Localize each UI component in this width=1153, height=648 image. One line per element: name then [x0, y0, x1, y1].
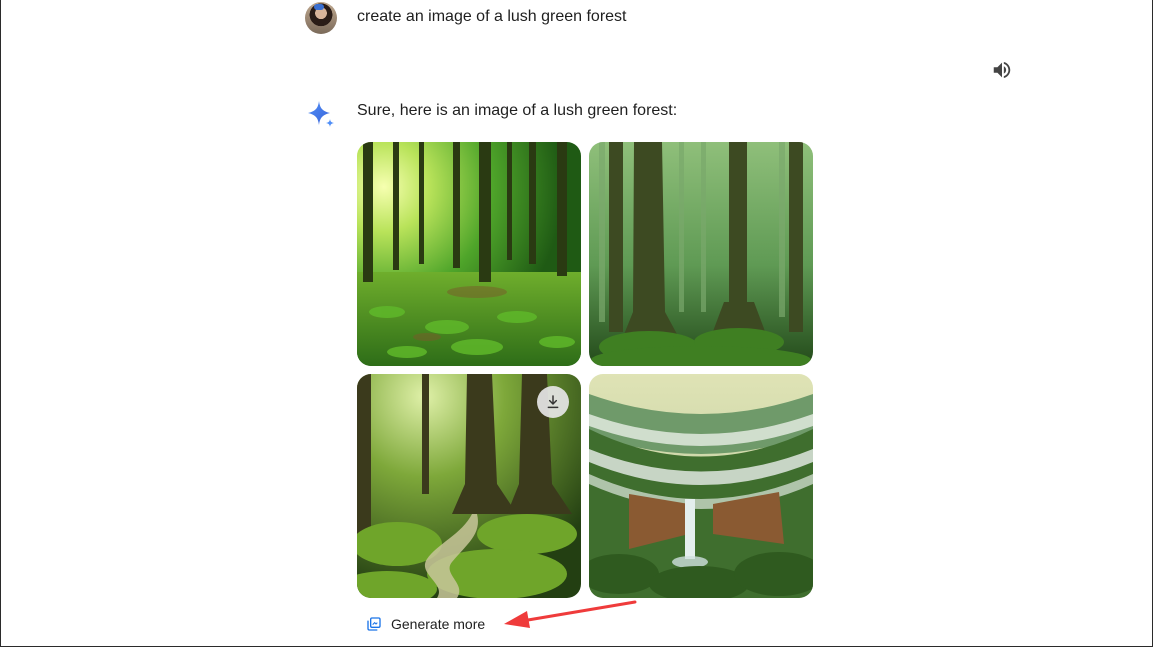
user-avatar — [305, 2, 337, 34]
user-prompt: create an image of a lush green forest — [357, 8, 627, 25]
annotation-arrow — [504, 600, 637, 628]
speaker-icon[interactable] — [991, 59, 1013, 81]
image-grid — [357, 142, 813, 598]
forest-sunlight-image[interactable] — [357, 142, 581, 366]
download-icon — [547, 395, 559, 409]
misty-forest-trees-image[interactable] — [589, 142, 813, 366]
assistant-reply: Sure, here is an image of a lush green f… — [357, 102, 678, 119]
download-button[interactable] — [537, 386, 569, 418]
image-stack-icon — [367, 617, 381, 631]
gemini-sparkle-icon — [308, 101, 334, 127]
generate-more-button[interactable]: Generate more — [360, 609, 491, 639]
generate-more-label: Generate more — [391, 616, 486, 632]
waterfall-valley-image[interactable] — [589, 374, 813, 598]
mossy-forest-path-image[interactable] — [357, 374, 581, 598]
